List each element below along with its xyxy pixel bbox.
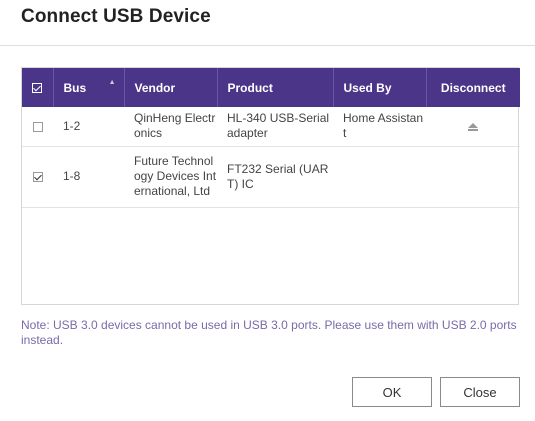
table-row[interactable]: 1-2 QinHeng Electronics HL-340 USB-Seria…	[22, 107, 520, 147]
column-header-bus[interactable]: Bus ▲	[53, 68, 125, 107]
column-header-used-by[interactable]: Used By	[333, 68, 427, 107]
used-by-cell	[333, 146, 426, 208]
usb-compatibility-note: Note: USB 3.0 devices cannot be used in …	[21, 318, 517, 347]
select-all-header	[22, 68, 54, 107]
row-select-cell	[22, 107, 53, 147]
title-divider	[0, 45, 535, 46]
product-cell: HL-340 USB-Serial adapter	[217, 107, 333, 147]
row-checkbox[interactable]	[32, 171, 43, 182]
column-header-label: Disconnect	[440, 80, 506, 95]
ok-button[interactable]: OK	[352, 377, 432, 407]
column-header-vendor[interactable]: Vendor	[124, 68, 218, 107]
vendor-cell: QinHeng Electronics	[124, 107, 217, 147]
dialog-title: Connect USB Device	[21, 6, 211, 27]
column-header-label: Used By	[343, 80, 392, 95]
table-row[interactable]: 1-8 Future Technology Devices Internatio…	[22, 146, 520, 208]
usb-device-table: Bus ▲ Vendor Product Used By Disconnect	[21, 67, 520, 305]
disconnect-cell	[426, 107, 520, 147]
close-button[interactable]: Close	[440, 377, 520, 407]
vendor-cell: Future Technology Devices International,…	[124, 146, 217, 208]
column-header-label: Vendor	[134, 80, 176, 95]
row-checkbox[interactable]	[32, 121, 43, 132]
table-header-row: Bus ▲ Vendor Product Used By Disconnect	[22, 68, 520, 107]
sort-ascending-icon: ▲	[108, 79, 116, 86]
select-all-checkbox[interactable]	[32, 83, 43, 94]
bus-cell: 1-8	[53, 146, 124, 208]
column-header-product[interactable]: Product	[217, 68, 334, 107]
column-header-label: Bus	[63, 80, 87, 95]
used-by-cell: Home Assistant	[333, 107, 426, 147]
row-select-cell	[22, 146, 53, 208]
product-cell: FT232 Serial (UART) IC	[217, 146, 333, 208]
column-header-label: Product	[227, 80, 273, 95]
eject-icon[interactable]	[468, 122, 478, 131]
column-header-disconnect[interactable]: Disconnect	[426, 68, 520, 107]
disconnect-cell	[426, 146, 520, 208]
bus-cell: 1-2	[53, 107, 124, 147]
